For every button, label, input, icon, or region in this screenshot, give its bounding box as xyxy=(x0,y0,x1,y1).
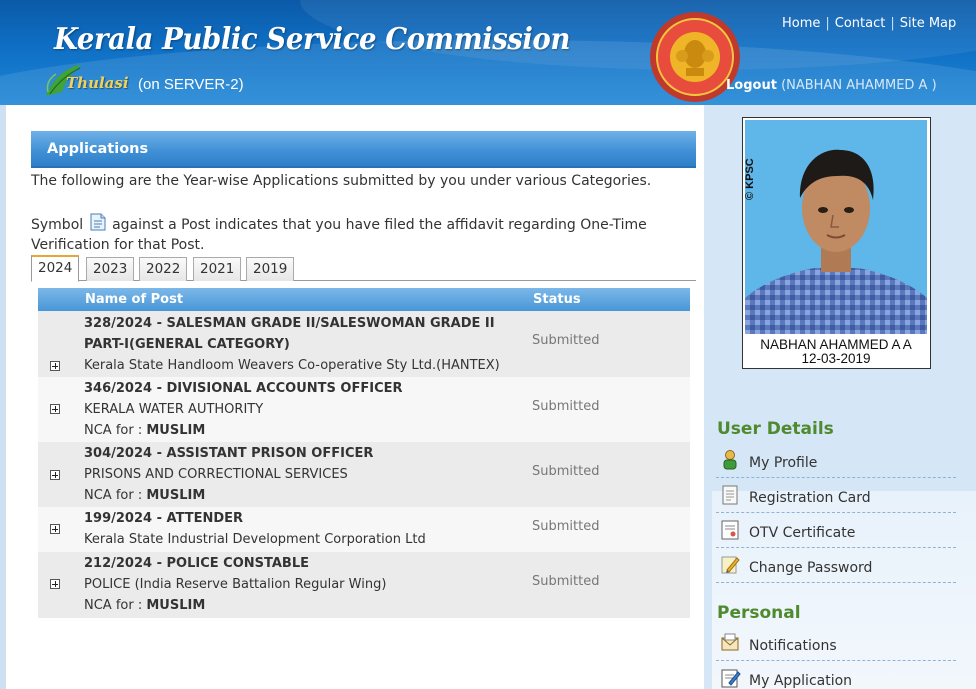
home-link[interactable]: Home xyxy=(782,16,820,31)
sidebar-item-label: My Application xyxy=(749,673,853,689)
logout-link[interactable]: Logout xyxy=(726,78,777,93)
nca-line: NCA for : MUSLIM xyxy=(84,485,514,506)
sidebar-item-change-password[interactable]: Change Password xyxy=(716,550,956,583)
user-details-heading: User Details xyxy=(717,419,834,439)
sidebar-item-my-application[interactable]: My Application xyxy=(716,663,956,689)
expand-row-icon[interactable] xyxy=(50,404,60,414)
status-text: Submitted xyxy=(532,464,600,479)
sidebar-item-registration-card[interactable]: Registration Card xyxy=(716,480,956,513)
status-text: Submitted xyxy=(532,333,600,348)
table-row: 304/2024 - ASSISTANT PRISON OFFICER PRIS… xyxy=(38,442,690,507)
status-text: Submitted xyxy=(532,399,600,414)
kpsc-watermark: © KPSC xyxy=(745,158,756,200)
nca-value: MUSLIM xyxy=(146,598,206,613)
table-row: 212/2024 - POLICE CONSTABLE POLICE (Indi… xyxy=(38,552,690,618)
post-details: 328/2024 - SALESMAN GRADE II/SALESWOMAN … xyxy=(84,313,514,376)
post-department: Kerala State Industrial Development Corp… xyxy=(84,532,426,547)
column-status: Status xyxy=(533,292,581,307)
post-details: 304/2024 - ASSISTANT PRISON OFFICER PRIS… xyxy=(84,443,514,506)
post-title-cont: PART-I(GENERAL CATEGORY) xyxy=(84,337,290,352)
profile-photo-date: 12-03-2019 xyxy=(801,351,871,366)
post-details: 199/2024 - ATTENDER Kerala State Industr… xyxy=(84,508,514,550)
separator: | xyxy=(890,16,895,31)
symbol-suffix: against a Post indicates that you have f… xyxy=(31,217,647,253)
card-icon xyxy=(722,485,738,505)
post-department: KERALA WATER AUTHORITY xyxy=(84,402,264,417)
post-title: 304/2024 - ASSISTANT PRISON OFFICER xyxy=(84,446,374,461)
logout-area: Logout (NABHAN AHAMMED A ) xyxy=(726,78,937,93)
sidebar-item-notifications[interactable]: Notifications xyxy=(716,628,956,661)
applications-table: Name of Post Status 328/2024 - SALESMAN … xyxy=(38,288,690,618)
post-department: POLICE (India Reserve Battalion Regular … xyxy=(84,577,387,592)
status-text: Submitted xyxy=(532,519,600,534)
nca-value: MUSLIM xyxy=(146,423,206,438)
separator: | xyxy=(825,16,830,31)
tab-2019[interactable]: 2019 xyxy=(246,257,295,281)
nca-label: NCA for : xyxy=(84,423,143,438)
column-name-of-post: Name of Post xyxy=(85,292,184,307)
sidebar-item-otv-certificate[interactable]: OTV Certificate xyxy=(716,515,956,548)
personal-heading: Personal xyxy=(717,603,801,623)
expand-row-icon[interactable] xyxy=(50,470,60,480)
certificate-icon xyxy=(721,520,739,540)
user-display-name: (NABHAN AHAMMED A ) xyxy=(781,78,937,93)
status-text: Submitted xyxy=(532,574,600,589)
sidebar-item-label: Registration Card xyxy=(749,490,871,506)
nca-label: NCA for : xyxy=(84,488,143,503)
profile-name: NABHAN AHAMMED A A xyxy=(760,337,912,352)
nca-label: NCA for : xyxy=(84,598,143,613)
thulasi-logo-text: Thulasi xyxy=(66,74,129,92)
intro-text: The following are the Year-wise Applicat… xyxy=(31,173,652,189)
tab-2022[interactable]: 2022 xyxy=(139,257,188,281)
table-row: 328/2024 - SALESMAN GRADE II/SALESWOMAN … xyxy=(38,311,690,377)
post-department: Kerala State Handloom Weavers Co-operati… xyxy=(84,358,500,373)
site-map-link[interactable]: Site Map xyxy=(900,16,957,31)
table-row: 199/2024 - ATTENDER Kerala State Industr… xyxy=(38,507,690,552)
expand-row-icon[interactable] xyxy=(50,524,60,534)
mail-icon xyxy=(721,633,739,651)
post-department: PRISONS AND CORRECTIONAL SERVICES xyxy=(84,467,348,482)
table-header: Name of Post Status xyxy=(38,288,690,311)
post-title: 212/2024 - POLICE CONSTABLE xyxy=(84,556,309,571)
nca-value: MUSLIM xyxy=(146,488,206,503)
section-title: Applications xyxy=(47,141,149,157)
expand-row-icon[interactable] xyxy=(50,579,60,589)
contact-link[interactable]: Contact xyxy=(835,16,886,31)
sidebar-item-label: OTV Certificate xyxy=(749,525,856,541)
server-label: (on SERVER-2) xyxy=(138,76,244,93)
top-nav: Home | Contact | Site Map xyxy=(782,16,956,31)
tab-2023[interactable]: 2023 xyxy=(86,257,135,281)
table-row: 346/2024 - DIVISIONAL ACCOUNTS OFFICER K… xyxy=(38,377,690,442)
post-details: 346/2024 - DIVISIONAL ACCOUNTS OFFICER K… xyxy=(84,378,514,441)
tab-2021[interactable]: 2021 xyxy=(193,257,242,281)
expand-row-icon[interactable] xyxy=(50,361,60,371)
site-title: Kerala Public Service Commission xyxy=(54,22,570,57)
post-title: 346/2024 - DIVISIONAL ACCOUNTS OFFICER xyxy=(84,381,403,396)
pencil-icon xyxy=(721,556,740,574)
sidebar-item-label: My Profile xyxy=(749,455,818,471)
post-details: 212/2024 - POLICE CONSTABLE POLICE (Indi… xyxy=(84,553,514,616)
applications-header-bar: Applications xyxy=(31,131,696,168)
nca-line: NCA for : MUSLIM xyxy=(84,595,514,616)
post-title: 199/2024 - ATTENDER xyxy=(84,511,244,526)
sidebar-item-my-profile[interactable]: My Profile xyxy=(716,445,956,478)
nca-line: NCA for : MUSLIM xyxy=(84,420,514,441)
application-icon xyxy=(721,669,741,688)
profile-photo: © KPSC xyxy=(745,120,927,334)
post-title: 328/2024 - SALESMAN GRADE II/SALESWOMAN … xyxy=(84,316,495,331)
sidebar-item-label: Notifications xyxy=(749,638,837,654)
user-icon xyxy=(723,450,737,470)
symbol-note: Symbol against a Post indicates that you… xyxy=(31,213,671,255)
year-tabs: 2024 2023 2022 2021 2019 xyxy=(31,255,696,282)
sidebar-item-label: Change Password xyxy=(749,560,873,576)
tab-2024[interactable]: 2024 xyxy=(31,255,80,282)
affidavit-document-icon xyxy=(90,213,106,231)
symbol-prefix: Symbol xyxy=(31,217,84,233)
